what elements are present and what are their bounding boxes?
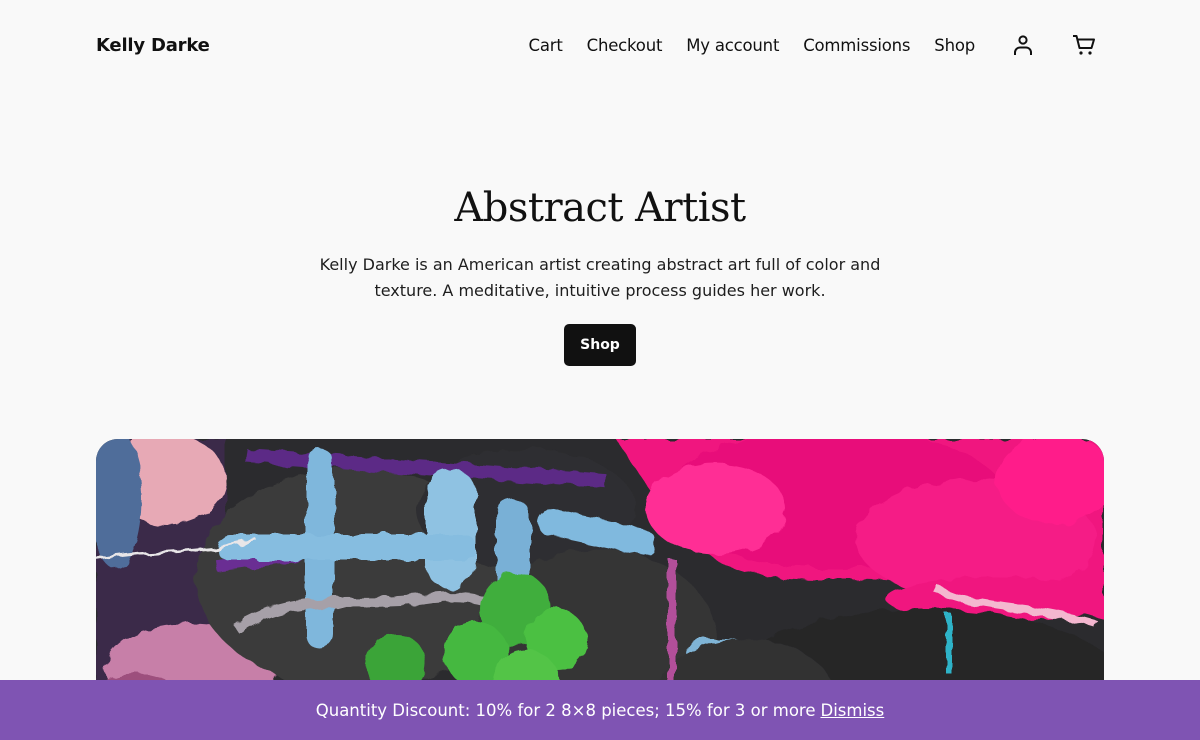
hero-description: Kelly Darke is an American artist creati… [319,255,881,300]
site-header: Kelly Darke Cart Checkout My account Com… [96,22,1104,68]
account-icon[interactable] [1009,31,1037,59]
hero-section: Abstract Artist Kelly Darke is an Americ… [0,180,1200,366]
site-title[interactable]: Kelly Darke [96,35,210,56]
hero-title: Abstract Artist [454,185,746,231]
store-notice-bar: Quantity Discount: 10% for 2 8×8 pieces;… [0,680,1200,740]
store-notice-text: Quantity Discount: 10% for 2 8×8 pieces;… [315,700,816,720]
shop-button[interactable]: Shop [564,324,636,366]
nav-link-checkout[interactable]: Checkout [587,36,663,55]
nav-link-shop[interactable]: Shop [934,36,975,55]
primary-nav: Cart Checkout My account Commissions Sho… [529,31,1104,59]
nav-link-commissions[interactable]: Commissions [803,36,910,55]
dismiss-notice-link[interactable]: Dismiss [821,701,885,720]
nav-link-my-account[interactable]: My account [686,36,779,55]
nav-link-cart[interactable]: Cart [529,36,563,55]
cart-icon[interactable] [1070,31,1098,59]
